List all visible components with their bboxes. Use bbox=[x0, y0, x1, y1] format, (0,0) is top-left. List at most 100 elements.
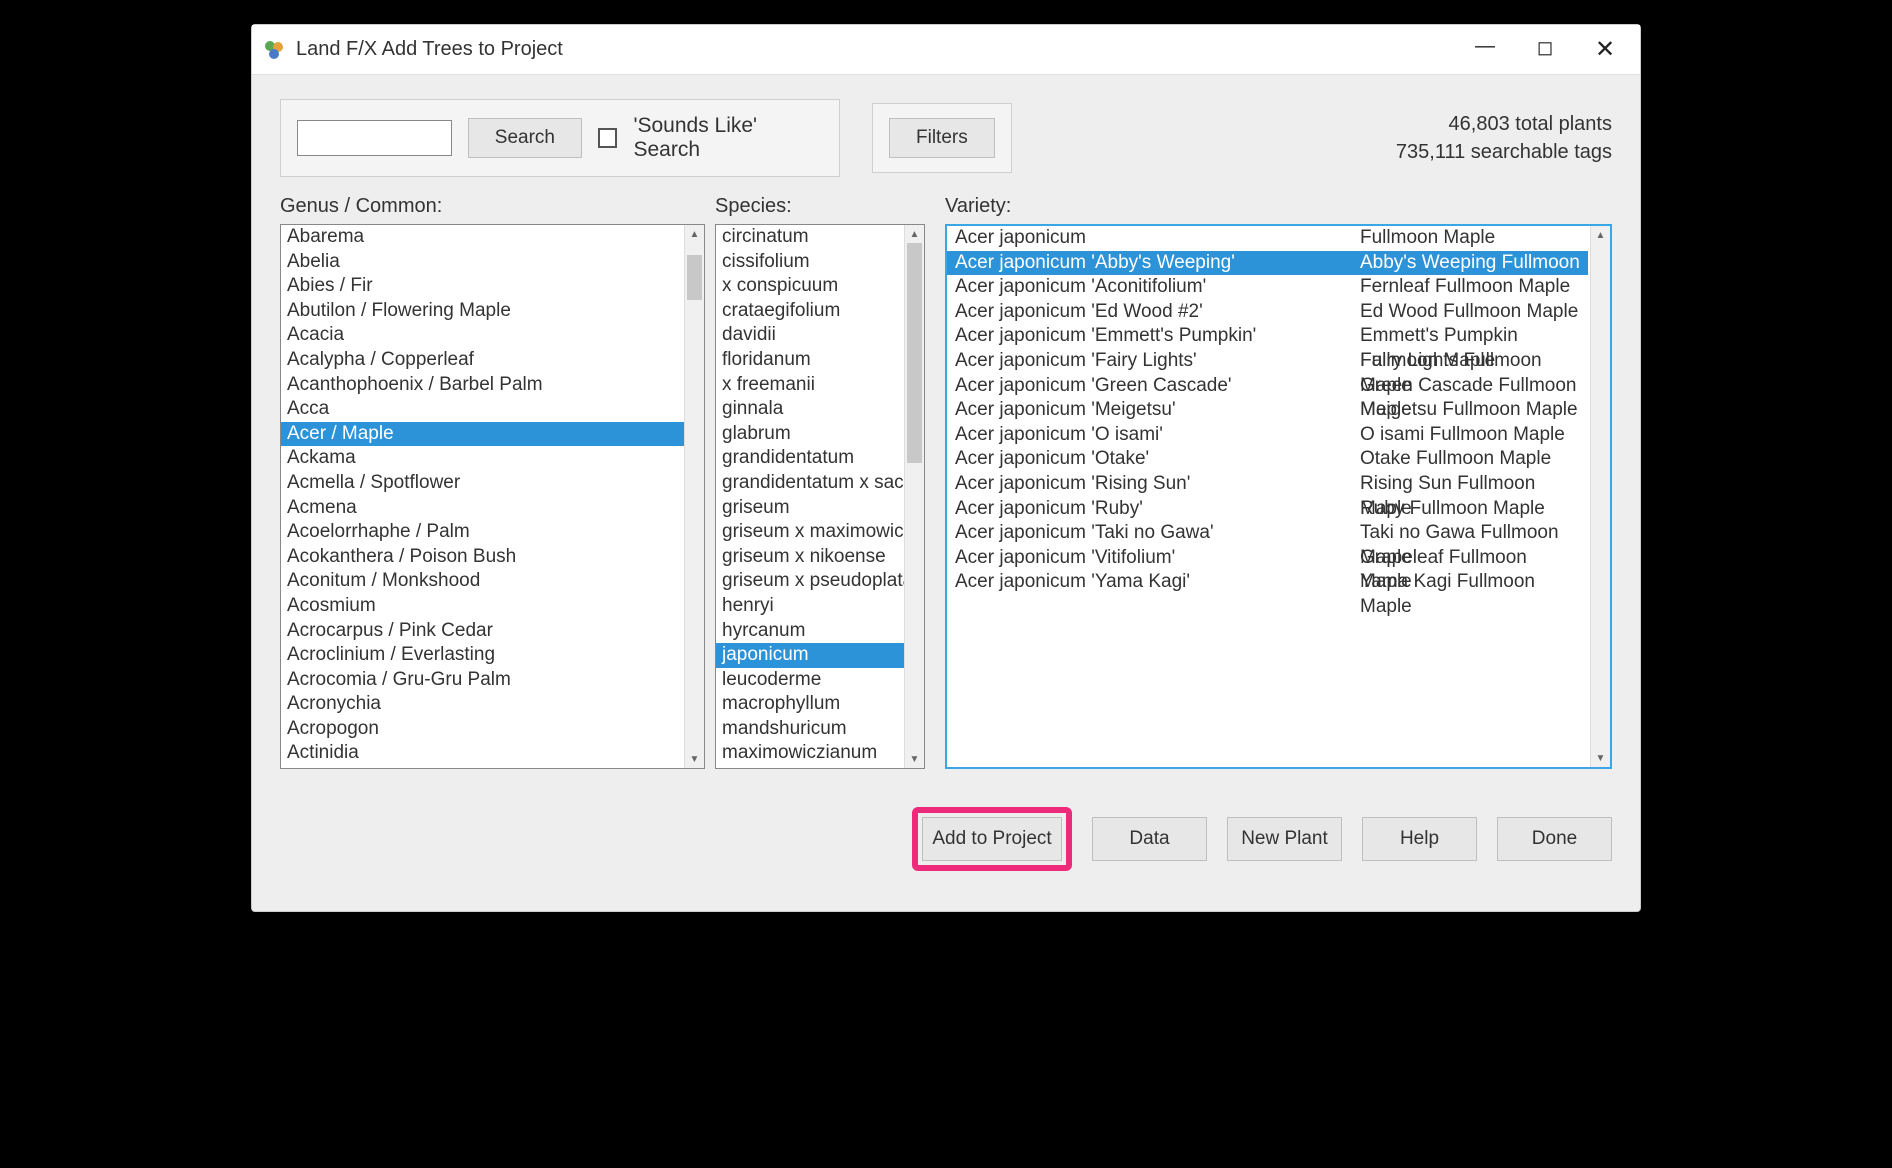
species-scrollbar[interactable]: ▲ ▼ bbox=[904, 225, 924, 768]
genus-item[interactable]: Abarema bbox=[281, 225, 684, 250]
app-icon bbox=[262, 38, 286, 62]
species-item[interactable]: japonicum bbox=[716, 643, 904, 668]
scroll-down-icon[interactable]: ▼ bbox=[905, 750, 924, 768]
genus-item[interactable]: Acokanthera / Poison Bush bbox=[281, 545, 684, 570]
genus-item[interactable]: Acronychia bbox=[281, 692, 684, 717]
species-item[interactable]: floridanum bbox=[716, 348, 904, 373]
maximize-button[interactable]: ◻ bbox=[1530, 35, 1560, 64]
genus-item[interactable]: Acosmium bbox=[281, 594, 684, 619]
variety-row[interactable]: Acer japonicum 'Yama Kagi'Yama Kagi Full… bbox=[947, 570, 1588, 595]
genus-listbox[interactable]: AbaremaAbeliaAbies / FirAbutilon / Flowe… bbox=[280, 224, 705, 769]
genus-item[interactable]: Acropogon bbox=[281, 717, 684, 742]
genus-item[interactable]: Acalypha / Copperleaf bbox=[281, 348, 684, 373]
variety-row[interactable]: Acer japonicum 'Fairy Lights'Fairy Light… bbox=[947, 349, 1588, 374]
species-item[interactable]: x freemanii bbox=[716, 373, 904, 398]
species-item[interactable]: henryi bbox=[716, 594, 904, 619]
genus-item[interactable]: Acoelorrhaphe / Palm bbox=[281, 520, 684, 545]
species-item[interactable]: leucoderme bbox=[716, 668, 904, 693]
variety-listbox[interactable]: Acer japonicumFullmoon MapleAcer japonic… bbox=[945, 224, 1612, 769]
genus-label: Genus / Common: bbox=[280, 195, 705, 218]
variety-row[interactable]: Acer japonicumFullmoon Maple bbox=[947, 226, 1588, 251]
variety-row[interactable]: Acer japonicum 'Otake'Otake Fullmoon Map… bbox=[947, 447, 1588, 472]
species-item[interactable]: mandshuricum bbox=[716, 717, 904, 742]
genus-item[interactable]: Abelia bbox=[281, 250, 684, 275]
variety-row[interactable]: Acer japonicum 'Abby's Weeping'Abby's We… bbox=[947, 251, 1588, 276]
species-item[interactable]: circinatum bbox=[716, 225, 904, 250]
minimize-button[interactable]: — bbox=[1470, 35, 1500, 64]
genus-item[interactable]: Acca bbox=[281, 397, 684, 422]
species-item[interactable]: hyrcanum bbox=[716, 619, 904, 644]
genus-item[interactable]: Acanthophoenix / Barbel Palm bbox=[281, 373, 684, 398]
scroll-up-icon[interactable]: ▲ bbox=[1591, 226, 1610, 244]
species-item[interactable]: griseum bbox=[716, 496, 904, 521]
variety-name: Acer japonicum 'Rising Sun' bbox=[955, 472, 1360, 497]
variety-row[interactable]: Acer japonicum 'Rising Sun'Rising Sun Fu… bbox=[947, 472, 1588, 497]
sounds-like-checkbox[interactable] bbox=[598, 128, 617, 148]
genus-item[interactable]: Acmella / Spotflower bbox=[281, 471, 684, 496]
close-button[interactable]: ✕ bbox=[1590, 35, 1620, 64]
species-item[interactable]: cissifolium bbox=[716, 250, 904, 275]
variety-name: Acer japonicum 'Abby's Weeping' bbox=[955, 251, 1360, 276]
genus-item[interactable]: Actinidia bbox=[281, 741, 684, 766]
species-item[interactable]: grandidentatum bbox=[716, 446, 904, 471]
genus-item[interactable]: Acroclinium / Everlasting bbox=[281, 643, 684, 668]
species-item[interactable]: glabrum bbox=[716, 422, 904, 447]
scroll-thumb[interactable] bbox=[907, 243, 922, 463]
genus-scrollbar[interactable]: ▲ ▼ bbox=[684, 225, 704, 768]
genus-item[interactable]: Abies / Fir bbox=[281, 274, 684, 299]
genus-item[interactable]: Abutilon / Flowering Maple bbox=[281, 299, 684, 324]
scroll-thumb[interactable] bbox=[687, 255, 702, 300]
variety-common: Abby's Weeping Fullmoon Maple bbox=[1360, 251, 1580, 276]
species-listbox[interactable]: circinatumcissifoliumx conspicuumcrataeg… bbox=[715, 224, 925, 769]
genus-item[interactable]: Acrocarpus / Pink Cedar bbox=[281, 619, 684, 644]
variety-row[interactable]: Acer japonicum 'Meigetsu'Meigetsu Fullmo… bbox=[947, 398, 1588, 423]
new-plant-button[interactable]: New Plant bbox=[1227, 817, 1342, 861]
genus-item[interactable]: Acacia bbox=[281, 323, 684, 348]
variety-row[interactable]: Acer japonicum 'Ruby'Ruby Fullmoon Maple bbox=[947, 497, 1588, 522]
genus-item[interactable]: Acer / Maple bbox=[281, 422, 684, 447]
species-item[interactable]: davidii bbox=[716, 323, 904, 348]
variety-row[interactable]: Acer japonicum 'Green Cascade'Green Casc… bbox=[947, 374, 1588, 399]
species-item[interactable]: crataegifolium bbox=[716, 299, 904, 324]
genus-item[interactable]: Aconitum / Monkshood bbox=[281, 569, 684, 594]
genus-item[interactable]: Acrocomia / Gru-Gru Palm bbox=[281, 668, 684, 693]
species-item[interactable]: griseum x pseudoplatanus bbox=[716, 569, 904, 594]
variety-row[interactable]: Acer japonicum 'Ed Wood #2'Ed Wood Fullm… bbox=[947, 300, 1588, 325]
scroll-down-icon[interactable]: ▼ bbox=[685, 750, 704, 768]
help-button[interactable]: Help bbox=[1362, 817, 1477, 861]
variety-name: Acer japonicum 'Fairy Lights' bbox=[955, 349, 1360, 374]
variety-common: Green Cascade Fullmoon Maple bbox=[1360, 374, 1580, 399]
stats-searchable-tags: 735,111 searchable tags bbox=[1396, 138, 1612, 166]
search-button[interactable]: Search bbox=[468, 118, 582, 158]
add-to-project-button[interactable]: Add to Project bbox=[922, 817, 1062, 861]
species-item[interactable]: griseum x nikoense bbox=[716, 545, 904, 570]
variety-row[interactable]: Acer japonicum 'Emmett's Pumpkin'Emmett'… bbox=[947, 324, 1588, 349]
variety-common: Fairy Lights Fullmoon Maple bbox=[1360, 349, 1580, 374]
species-item[interactable]: ginnala bbox=[716, 397, 904, 422]
variety-row[interactable]: Acer japonicum 'Vitifolium'Grapeleaf Ful… bbox=[947, 546, 1588, 571]
done-button[interactable]: Done bbox=[1497, 817, 1612, 861]
species-item[interactable]: maximowiczianum bbox=[716, 741, 904, 766]
variety-row[interactable]: Acer japonicum 'Taki no Gawa'Taki no Gaw… bbox=[947, 521, 1588, 546]
species-item[interactable]: macrophyllum bbox=[716, 692, 904, 717]
scroll-up-icon[interactable]: ▲ bbox=[905, 225, 924, 243]
scroll-down-icon[interactable]: ▼ bbox=[1591, 749, 1610, 767]
sounds-like-label: 'Sounds Like' Search bbox=[633, 114, 823, 162]
species-item[interactable]: x conspicuum bbox=[716, 274, 904, 299]
search-input[interactable] bbox=[297, 120, 452, 156]
variety-common: Ruby Fullmoon Maple bbox=[1360, 497, 1580, 522]
species-item[interactable]: griseum x maximowiczianum bbox=[716, 520, 904, 545]
scroll-up-icon[interactable]: ▲ bbox=[685, 225, 704, 243]
variety-name: Acer japonicum 'Emmett's Pumpkin' bbox=[955, 324, 1360, 349]
variety-row[interactable]: Acer japonicum 'Aconitifolium'Fernleaf F… bbox=[947, 275, 1588, 300]
window-title: Land F/X Add Trees to Project bbox=[296, 38, 1470, 61]
variety-row[interactable]: Acer japonicum 'O isami'O isami Fullmoon… bbox=[947, 423, 1588, 448]
variety-scrollbar[interactable]: ▲ ▼ bbox=[1590, 226, 1610, 767]
genus-item[interactable]: Acmena bbox=[281, 496, 684, 521]
species-item[interactable]: grandidentatum x saccharum bbox=[716, 471, 904, 496]
genus-item[interactable]: Ackama bbox=[281, 446, 684, 471]
variety-common: O isami Fullmoon Maple bbox=[1360, 423, 1580, 448]
data-button[interactable]: Data bbox=[1092, 817, 1207, 861]
variety-common: Taki no Gawa Fullmoon Maple bbox=[1360, 521, 1580, 546]
filters-button[interactable]: Filters bbox=[889, 118, 995, 158]
